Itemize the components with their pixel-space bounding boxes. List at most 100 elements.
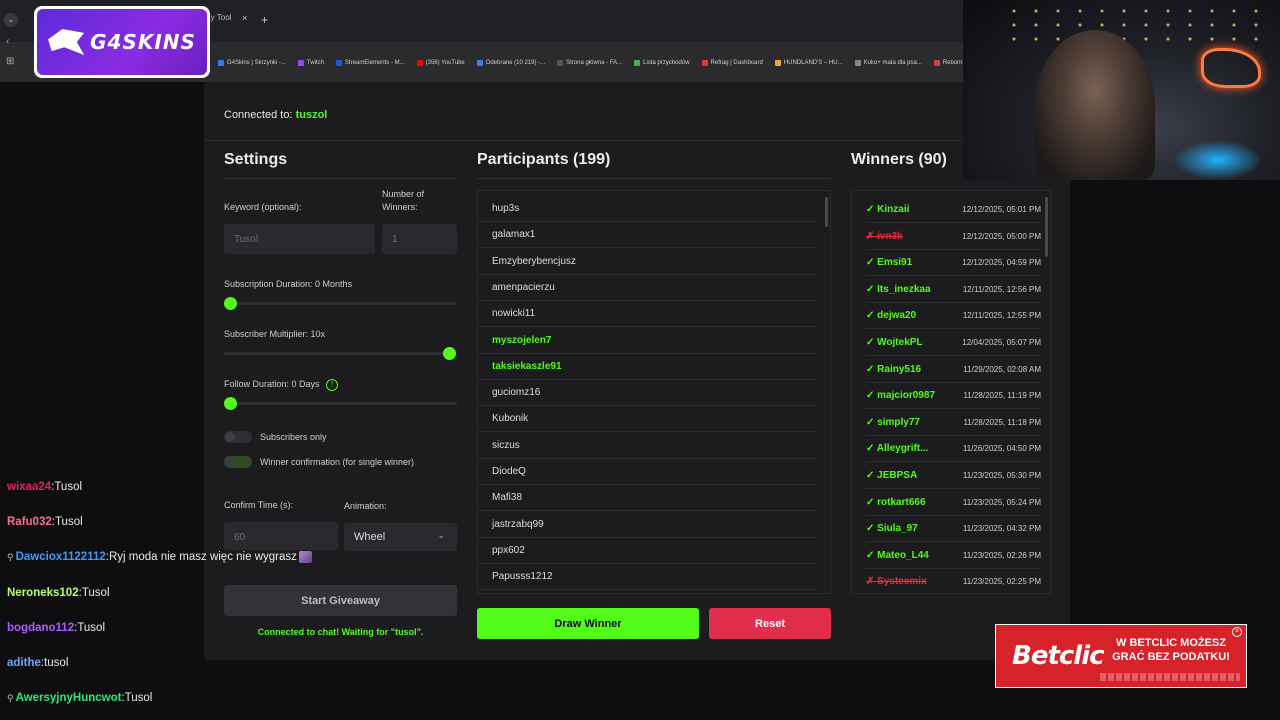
bookmark-favicon-icon [335, 60, 342, 66]
chat-message: Rafu032:Tusol [7, 516, 83, 528]
bookmark-favicon-icon [218, 60, 224, 66]
ad-message: W BETCLIC MOŻESZ GRAĆ BEZ PODATKU! [1112, 637, 1230, 663]
bookmark-item[interactable]: Odebrane (10 219) -... [476, 56, 545, 70]
keyword-input[interactable]: Tusol [224, 224, 375, 254]
settings-title: Settings [224, 151, 288, 168]
chat-message: wixaa24:Tusol [7, 481, 82, 493]
bookmark-label: (356) YouTube [425, 60, 465, 66]
chat-text: Tusol [77, 622, 106, 634]
reset-button[interactable]: Reset [709, 608, 831, 639]
subs-only-label: Subscribers only [260, 432, 327, 442]
follow-duration-slider[interactable] [224, 397, 457, 410]
participant-row: taksiekaszle91 [478, 354, 818, 380]
winner-name: ✓ dejwa20 [866, 310, 917, 322]
chat-text: Tusol [54, 481, 83, 493]
confirm-time-input[interactable]: 60 [224, 522, 338, 550]
back-icon[interactable]: ‹ [6, 36, 9, 47]
winner-name: ✓ majcior0987 [866, 390, 935, 402]
winners-count-label-2: Winners: [382, 202, 418, 212]
chat-username: AwersyjnyHuncwot [15, 692, 122, 704]
chevron-down-icon: ⌄ [437, 530, 445, 540]
bookmark-favicon-icon [634, 60, 641, 66]
bookmark-item[interactable]: (356) YouTube [416, 56, 465, 70]
winner-row: ✗ ivn3k 12/12/2025, 05:00 PM [866, 223, 1041, 250]
header-divider [204, 140, 1070, 141]
chat-username: Dawciox1122112 [15, 551, 106, 564]
bookmark-label: G4Skins | Skrzynki -... [227, 60, 286, 66]
participant-row: hup3s [478, 196, 818, 222]
betclic-ad: Betclic W BETCLIC MOŻESZ GRAĆ BEZ PODATK… [995, 624, 1247, 688]
tab-close-icon[interactable]: × [242, 13, 247, 23]
multiplier-slider[interactable] [224, 347, 457, 360]
apps-icon[interactable]: ⊞ [6, 56, 14, 67]
winner-confirm-toggle[interactable] [224, 456, 252, 468]
winner-name: ✓ simply77 [866, 416, 920, 428]
participant-row: amenpacierzu [478, 275, 818, 301]
participant-row: galamax1 [478, 222, 818, 249]
sub-duration-knob[interactable] [224, 297, 237, 310]
participant-row: Kubonik [478, 406, 818, 433]
bookmark-favicon-icon [854, 60, 861, 66]
bookmark-item[interactable]: Lista przychodów [634, 56, 690, 70]
winner-name: ✓ Its_inezkaa [866, 283, 931, 295]
chat-text: tusol [44, 657, 69, 669]
start-giveaway-button[interactable]: Start Giveaway [224, 585, 457, 616]
bookmark-favicon-icon [933, 60, 940, 66]
bookmark-label: Kuko+ mata dla psa... [863, 60, 922, 66]
bookmark-item[interactable]: Refrag | Dashboard [701, 56, 763, 70]
participant-row: myszojelen7 [478, 328, 818, 354]
participant-row: siczus [478, 433, 818, 459]
winner-name: ✓ Kinzaii [866, 204, 910, 215]
chat-text: Tusol [81, 587, 110, 599]
winners-title: Winners (90) [851, 151, 947, 168]
winner-date: 11/23/2025, 04:32 PM [962, 524, 1041, 534]
new-tab-button[interactable]: + [261, 13, 268, 27]
tab-menu-icon[interactable]: ⌄ [4, 13, 18, 27]
subs-only-row: Subscribers only [224, 431, 327, 443]
giveaway-app-panel: Connected to: tuszol Settings Keyword (o… [204, 82, 1070, 660]
bookmark-item[interactable]: G4Skins | Skrzynki -... [218, 56, 286, 70]
bookmark-item[interactable]: HUNDLAND'S – HU... [774, 56, 843, 70]
follow-duration-label: Follow Duration: 0 Days ! [224, 379, 339, 391]
winners-count-input[interactable]: 1 [382, 224, 457, 254]
chat-message: adithe:tusol [7, 657, 68, 669]
bookmark-label: Lista przychodów [643, 60, 690, 66]
winner-confirm-row: Winner confirmation (for single winner) [224, 456, 414, 468]
participants-scrollbar[interactable] [825, 197, 828, 227]
multiplier-knob[interactable] [443, 347, 456, 360]
info-icon[interactable]: ! [326, 379, 339, 391]
winners-scrollbar[interactable] [1045, 197, 1048, 257]
chat-username: wixaa24 [7, 481, 52, 493]
participant-row: jastrzabq99 [478, 512, 818, 538]
winner-row: ✓ Alleygrift... 11/26/2025, 04:50 PM [866, 435, 1041, 463]
winner-date: 11/28/2025, 11:19 PM [963, 391, 1041, 401]
participant-row: nowicki11 [478, 301, 818, 328]
winner-row: ✓ Mateo_L44 11/23/2025, 02:26 PM [866, 542, 1041, 569]
animation-select[interactable]: Wheel ⌄ [344, 523, 457, 551]
bookmark-label: Refrag | Dashboard [710, 60, 763, 66]
winner-name: ✓ Alleygrift... [866, 443, 929, 455]
follow-duration-knob[interactable] [224, 397, 237, 410]
winner-date: 12/12/2025, 05:00 PM [962, 231, 1041, 241]
bookmark-item[interactable]: Twitch [297, 56, 324, 70]
winner-row: ✓ Its_inezkaa 12/11/2025, 12:56 PM [866, 276, 1041, 303]
follow-duration-text: Follow Duration: 0 Days [224, 379, 320, 389]
subs-only-toggle[interactable] [224, 431, 252, 443]
sub-duration-slider[interactable] [224, 297, 457, 310]
betclic-logo: Betclic [1012, 641, 1105, 671]
close-icon[interactable]: × [1232, 627, 1242, 637]
participants-list[interactable]: hup3s galamax1 Emzyberybencjusz amenpacierz… [477, 190, 831, 594]
winner-date: 11/23/2025, 02:25 PM [962, 577, 1041, 587]
webcam-feed [963, 0, 1280, 180]
bookmark-item[interactable]: Kuko+ mata dla psa... [854, 56, 922, 70]
chat-message: Neroneks102:Tusol [7, 587, 110, 599]
winner-date: 12/12/2025, 05:01 PM [962, 205, 1041, 214]
bookmark-item[interactable]: Strona główna - FA... [557, 56, 622, 70]
chat-text: Ryj moda nie masz więc nie wygrasz [108, 551, 297, 564]
winner-date: 11/23/2025, 05:24 PM [962, 497, 1041, 507]
draw-winner-button[interactable]: Draw Winner [477, 608, 699, 639]
winners-count-label-1: Number of [382, 189, 425, 199]
bookmark-item[interactable]: StreamElements - M... [335, 56, 405, 70]
winners-list[interactable]: ✓ Kinzaii 12/12/2025, 05:01 PM ✗ ivn3k 12/1… [851, 190, 1051, 594]
winner-confirm-label: Winner confirmation (for single winner) [260, 457, 415, 467]
